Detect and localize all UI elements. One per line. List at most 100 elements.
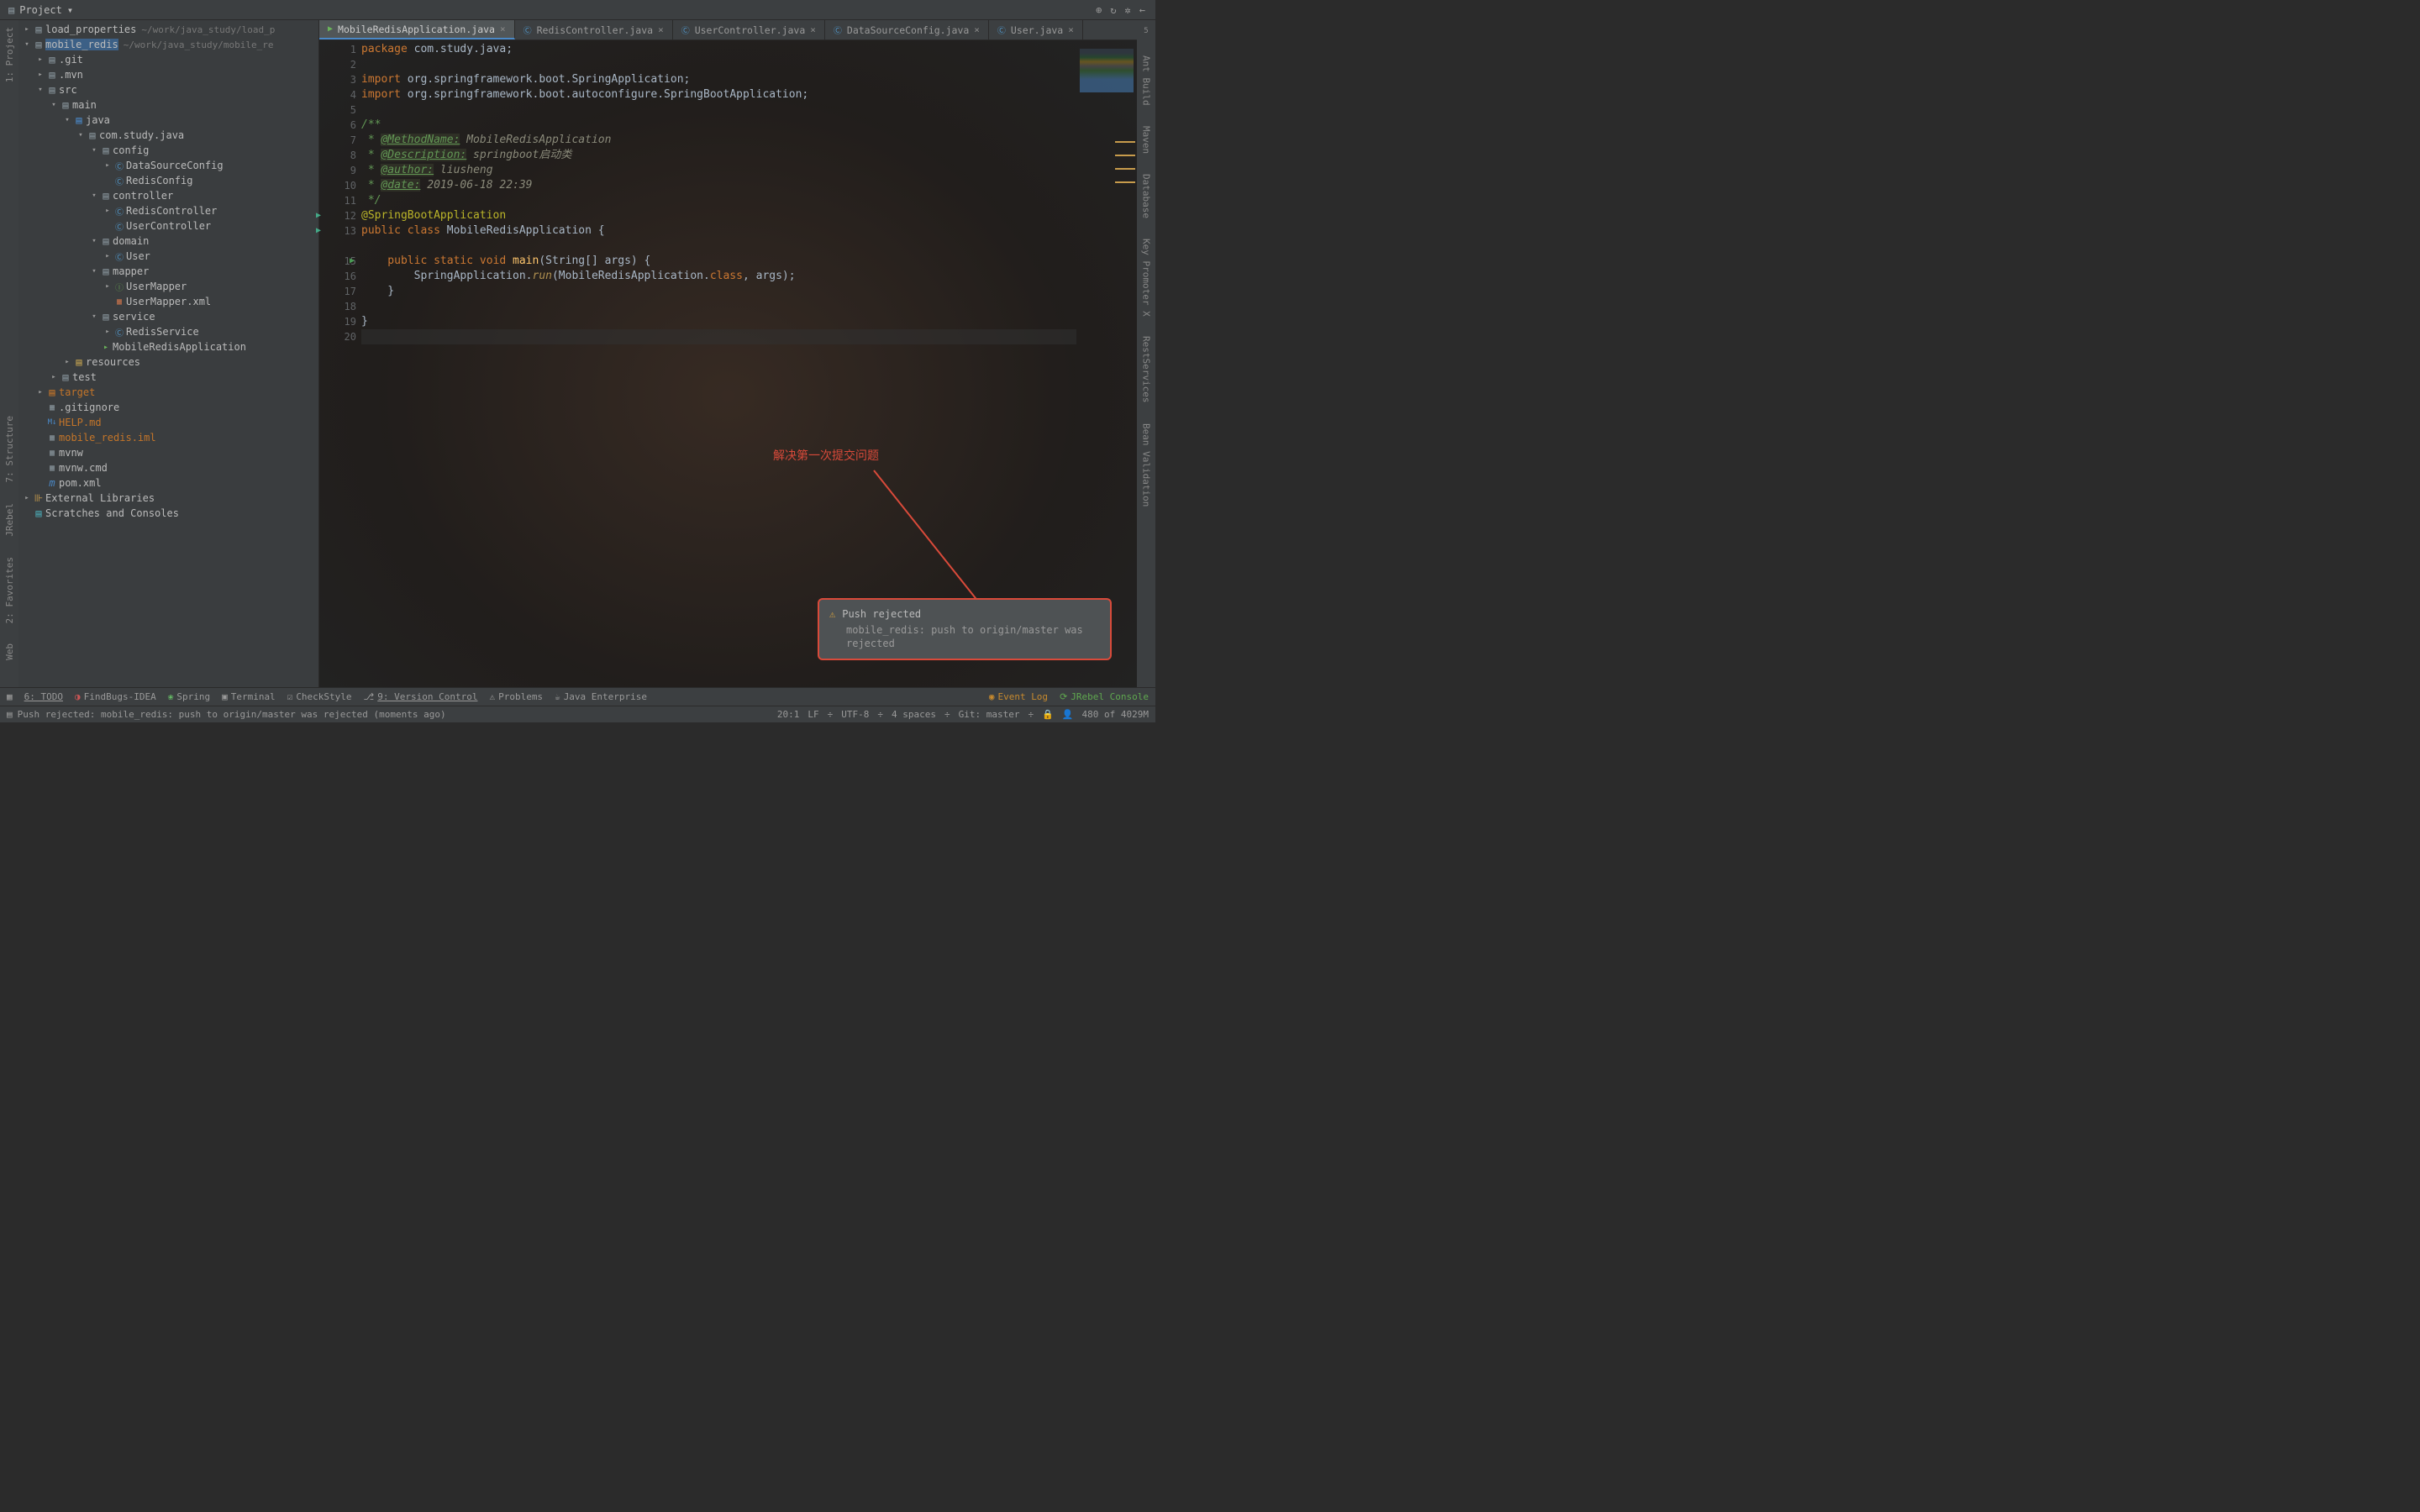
tree-item[interactable]: ▸ⒾUserMapper xyxy=(18,279,318,294)
tool-terminal[interactable]: ▣Terminal xyxy=(222,691,276,702)
tool-jrebel[interactable]: ⟳JRebel Console xyxy=(1060,691,1149,702)
tree-item[interactable]: ▾▤mapper xyxy=(18,264,318,279)
tree-item[interactable]: ▦.gitignore xyxy=(18,400,318,415)
tab-label: UserController.java xyxy=(695,24,806,36)
memory-indicator[interactable]: 480 of 4029M xyxy=(1082,709,1149,720)
tab-user[interactable]: Ⓒ User.java × xyxy=(989,20,1083,39)
tree-item[interactable]: ▸▤.git xyxy=(18,52,318,67)
tree-item[interactable]: ▸▤.mvn xyxy=(18,67,318,82)
lock-icon[interactable]: 🔒 xyxy=(1042,709,1054,720)
tree-item[interactable]: ▾▤java xyxy=(18,113,318,128)
tree-item[interactable]: ▦mvnw.cmd xyxy=(18,460,318,475)
tree-item[interactable]: ▸⊪External Libraries xyxy=(18,491,318,506)
code-content[interactable]: package com.study.java; import org.sprin… xyxy=(361,40,1076,687)
tool-checkstyle[interactable]: ☑CheckStyle xyxy=(287,691,352,702)
line-separator[interactable]: LF xyxy=(808,709,818,720)
tree-item[interactable]: ▤Scratches and Consoles xyxy=(18,506,318,521)
tool-problems[interactable]: ⚠Problems xyxy=(489,691,543,702)
tree-item[interactable]: ▸ⒸUser xyxy=(18,249,318,264)
git-branch[interactable]: Git: master xyxy=(959,709,1020,720)
inspect-icon[interactable]: 👤 xyxy=(1062,709,1074,720)
folder-icon: ▤ xyxy=(8,4,14,16)
indent-setting[interactable]: 4 spaces xyxy=(892,709,936,720)
tool-vcs[interactable]: ⎇9: Version Control xyxy=(364,691,478,702)
tool-spring[interactable]: ❀Spring xyxy=(168,691,210,702)
rail-structure[interactable]: 7: Structure xyxy=(4,416,15,482)
tree-item[interactable]: ▸ⒸRedisService xyxy=(18,324,318,339)
tree-item[interactable]: ▾▤controller xyxy=(18,188,318,203)
tree-item[interactable]: ▾▤com.study.java xyxy=(18,128,318,143)
rail-database[interactable]: Database xyxy=(1141,174,1152,218)
annotation-text: 解决第一次提交问题 xyxy=(773,447,879,464)
warning-icon: ⚠ xyxy=(829,608,835,620)
class-icon: Ⓒ xyxy=(523,24,532,36)
rail-jrebel[interactable]: JRebel xyxy=(4,503,15,537)
tab-usercontroller[interactable]: Ⓒ UserController.java × xyxy=(673,20,825,39)
tree-item[interactable]: ▸▤load_properties~/work/java_study/load_… xyxy=(18,22,318,37)
tab-datasourceconfig[interactable]: ⒸDataSourceConfig.java× xyxy=(825,20,989,39)
gear-icon[interactable]: ✲ xyxy=(1125,4,1131,16)
rail-count: 5 xyxy=(1144,27,1148,35)
run-gutter-icon[interactable]: ▶ xyxy=(350,254,355,269)
notification-title: Push rejected xyxy=(842,608,921,620)
tool-todo[interactable]: 6: TODO xyxy=(24,691,63,702)
rail-ant[interactable]: Ant Build xyxy=(1141,55,1152,106)
tree-item[interactable]: ⒸUserController xyxy=(18,218,318,234)
minimap[interactable] xyxy=(1076,40,1137,687)
run-icon: ▶ xyxy=(328,24,333,34)
close-icon[interactable]: × xyxy=(974,24,980,35)
rail-bean[interactable]: Bean Validation xyxy=(1141,423,1152,507)
tree-item[interactable]: ▸MobileRedisApplication xyxy=(18,339,318,354)
tree-item[interactable]: ▸▤test xyxy=(18,370,318,385)
rail-favorites[interactable]: 2: Favorites xyxy=(4,557,15,623)
tab-mobileredisapp[interactable]: ▶MobileRedisApplication.java× xyxy=(319,20,515,39)
status-message-icon: ▤ xyxy=(7,709,13,720)
tree-item[interactable]: ▾▤src xyxy=(18,82,318,97)
run-gutter-icon[interactable]: ▶ xyxy=(316,208,321,223)
rail-web[interactable]: Web xyxy=(4,643,15,660)
tree-item[interactable]: ▸ⒸRedisController xyxy=(18,203,318,218)
tool-findbugs[interactable]: ◑FindBugs-IDEA xyxy=(75,691,156,702)
tool-javaee[interactable]: ☕Java Enterprise xyxy=(555,691,647,702)
close-icon[interactable]: × xyxy=(810,24,816,35)
cursor-position[interactable]: 20:1 xyxy=(777,709,800,720)
collapse-icon[interactable]: ← xyxy=(1139,4,1145,16)
tree-item[interactable]: mpom.xml xyxy=(18,475,318,491)
target-icon[interactable]: ⊕ xyxy=(1096,4,1102,16)
tree-item[interactable]: ▦mvnw xyxy=(18,445,318,460)
tree-item[interactable]: M↓HELP.md xyxy=(18,415,318,430)
tree-item[interactable]: ▸▤resources xyxy=(18,354,318,370)
close-icon[interactable]: × xyxy=(658,24,664,35)
rail-rest[interactable]: RestServices xyxy=(1141,336,1152,402)
tree-item[interactable]: ▸ⒸDataSourceConfig xyxy=(18,158,318,173)
refresh-icon[interactable]: ↻ xyxy=(1110,4,1116,16)
project-label: Project xyxy=(19,4,62,16)
class-icon: Ⓒ xyxy=(681,24,690,36)
tree-item[interactable]: ▾▤domain xyxy=(18,234,318,249)
code-editor[interactable]: 1 2 3 4 5 6 7 8 9 10 11 ▶12 ▶13 ▶15 16 xyxy=(319,40,1137,687)
file-encoding[interactable]: UTF-8 xyxy=(841,709,869,720)
tool-eventlog[interactable]: ◉Event Log xyxy=(989,691,1048,702)
gutter: 1 2 3 4 5 6 7 8 9 10 11 ▶12 ▶13 ▶15 16 xyxy=(319,40,361,687)
bottom-tools-grip[interactable]: ▦ xyxy=(7,691,13,702)
status-bar: ▤ Push rejected: mobile_redis: push to o… xyxy=(0,706,1155,722)
tree-item[interactable]: ▦UserMapper.xml xyxy=(18,294,318,309)
rail-project[interactable]: 1: Project xyxy=(4,27,15,82)
tab-label: User.java xyxy=(1011,24,1063,36)
close-icon[interactable]: × xyxy=(500,24,506,34)
tab-rediscontroller[interactable]: ⒸRedisController.java× xyxy=(515,20,673,39)
project-selector[interactable]: ▤ Project ▾ xyxy=(3,3,78,18)
tree-item[interactable]: ▸▤target xyxy=(18,385,318,400)
tree-item[interactable]: ▾▤config xyxy=(18,143,318,158)
class-icon: Ⓒ xyxy=(997,24,1006,36)
rail-keypromoter[interactable]: Key Promoter X xyxy=(1141,239,1152,317)
run-gutter-icon[interactable]: ▶ xyxy=(316,223,321,239)
push-rejected-notification[interactable]: ⚠ Push rejected mobile_redis: push to or… xyxy=(818,598,1112,660)
rail-maven[interactable]: Maven xyxy=(1141,126,1152,154)
tree-item[interactable]: ▾▤mobile_redis~/work/java_study/mobile_r… xyxy=(18,37,318,52)
tree-item[interactable]: ▦mobile_redis.iml xyxy=(18,430,318,445)
tree-item[interactable]: ⒸRedisConfig xyxy=(18,173,318,188)
tree-item[interactable]: ▾▤main xyxy=(18,97,318,113)
close-icon[interactable]: × xyxy=(1068,24,1074,35)
tree-item[interactable]: ▾▤service xyxy=(18,309,318,324)
